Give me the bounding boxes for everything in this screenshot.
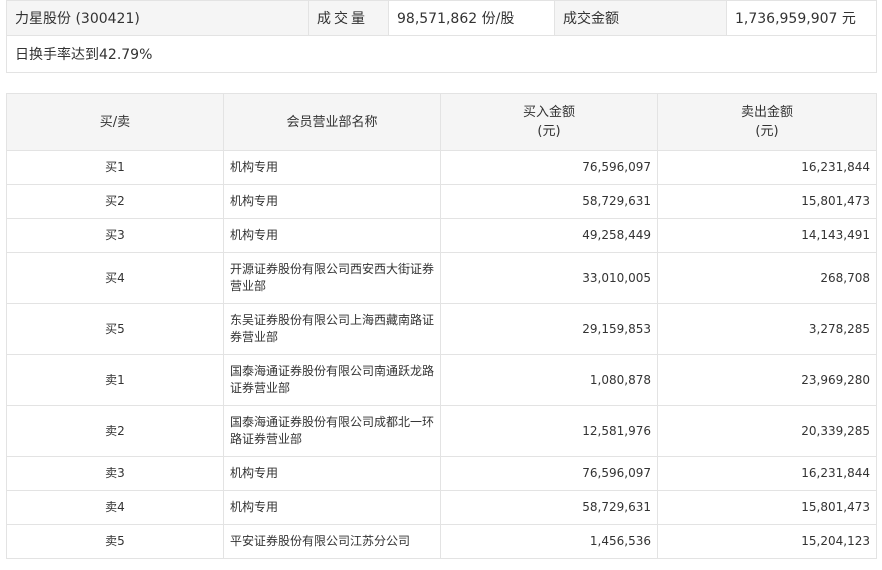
row-buy: 58,729,631: [440, 490, 658, 525]
header-sell: 卖出金额 (元): [657, 93, 877, 151]
table-row: 卖2 国泰海通证券股份有限公司成都北一环路证券营业部 12,581,976 20…: [6, 405, 877, 457]
header-sell-line1: 卖出金额: [740, 105, 793, 120]
table-row: 买4 开源证券股份有限公司西安西大街证券营业部 33,010,005 268,7…: [6, 252, 877, 304]
row-side: 买4: [6, 252, 224, 304]
row-side: 卖2: [6, 405, 224, 457]
row-name: 平安证券股份有限公司江苏分公司: [223, 524, 441, 559]
amount-value: 1,736,959,907 元: [726, 0, 877, 36]
row-buy: 49,258,449: [440, 218, 658, 253]
header-buy: 买入金额 (元): [440, 93, 658, 151]
header-buy-line2: (元): [537, 124, 561, 139]
volume-value: 98,571,862 份/股: [388, 0, 555, 36]
row-side: 卖5: [6, 524, 224, 559]
amount-label: 成交金额: [554, 0, 727, 36]
row-side: 买1: [6, 150, 224, 185]
header-buy-line1: 买入金额: [522, 105, 575, 120]
table-row: 买2 机构专用 58,729,631 15,801,473: [6, 184, 877, 219]
note-row: 日换手率达到42.79%: [6, 35, 877, 73]
turnover-note: 日换手率达到42.79%: [6, 35, 877, 73]
row-side: 买3: [6, 218, 224, 253]
row-name: 开源证券股份有限公司西安西大街证券营业部: [223, 252, 441, 304]
table-row: 卖4 机构专用 58,729,631 15,801,473: [6, 490, 877, 525]
summary-row: 力星股份 (300421) 成交量 98,571,862 份/股 成交金额 1,…: [6, 0, 877, 36]
row-sell: 15,801,473: [657, 184, 877, 219]
row-buy: 58,729,631: [440, 184, 658, 219]
row-name: 国泰海通证券股份有限公司南通跃龙路证券营业部: [223, 354, 441, 406]
stock-name: 力星股份 (300421): [6, 0, 309, 36]
table-row: 卖5 平安证券股份有限公司江苏分公司 1,456,536 15,204,123: [6, 524, 877, 559]
volume-label: 成交量: [308, 0, 389, 36]
summary-table: 力星股份 (300421) 成交量 98,571,862 份/股 成交金额 1,…: [6, 0, 877, 73]
row-buy: 76,596,097: [440, 150, 658, 185]
trades-table: 买/卖 会员营业部名称 买入金额 (元) 卖出金额 (元) 买1 机构专用 76…: [6, 93, 877, 559]
row-buy: 1,080,878: [440, 354, 658, 406]
table-row: 买1 机构专用 76,596,097 16,231,844: [6, 150, 877, 185]
row-sell: 15,204,123: [657, 524, 877, 559]
row-side: 卖4: [6, 490, 224, 525]
row-name: 机构专用: [223, 456, 441, 491]
table-header-row: 买/卖 会员营业部名称 买入金额 (元) 卖出金额 (元): [6, 93, 877, 151]
row-buy: 1,456,536: [440, 524, 658, 559]
row-sell: 16,231,844: [657, 150, 877, 185]
row-sell: 23,969,280: [657, 354, 877, 406]
row-sell: 3,278,285: [657, 303, 877, 355]
row-side: 卖1: [6, 354, 224, 406]
table-row: 卖3 机构专用 76,596,097 16,231,844: [6, 456, 877, 491]
row-sell: 268,708: [657, 252, 877, 304]
header-sell-line2: (元): [755, 124, 779, 139]
row-buy: 12,581,976: [440, 405, 658, 457]
table-row: 买3 机构专用 49,258,449 14,143,491: [6, 218, 877, 253]
header-side: 买/卖: [6, 93, 224, 151]
row-name: 东吴证券股份有限公司上海西藏南路证券营业部: [223, 303, 441, 355]
table-row: 买5 东吴证券股份有限公司上海西藏南路证券营业部 29,159,853 3,27…: [6, 303, 877, 355]
row-buy: 76,596,097: [440, 456, 658, 491]
row-name: 机构专用: [223, 150, 441, 185]
row-side: 买2: [6, 184, 224, 219]
row-sell: 15,801,473: [657, 490, 877, 525]
row-side: 买5: [6, 303, 224, 355]
row-name: 国泰海通证券股份有限公司成都北一环路证券营业部: [223, 405, 441, 457]
row-buy: 29,159,853: [440, 303, 658, 355]
row-sell: 16,231,844: [657, 456, 877, 491]
table-row: 卖1 国泰海通证券股份有限公司南通跃龙路证券营业部 1,080,878 23,9…: [6, 354, 877, 406]
row-buy: 33,010,005: [440, 252, 658, 304]
row-sell: 20,339,285: [657, 405, 877, 457]
row-name: 机构专用: [223, 218, 441, 253]
row-sell: 14,143,491: [657, 218, 877, 253]
row-name: 机构专用: [223, 184, 441, 219]
row-side: 卖3: [6, 456, 224, 491]
row-name: 机构专用: [223, 490, 441, 525]
header-name: 会员营业部名称: [223, 93, 441, 151]
